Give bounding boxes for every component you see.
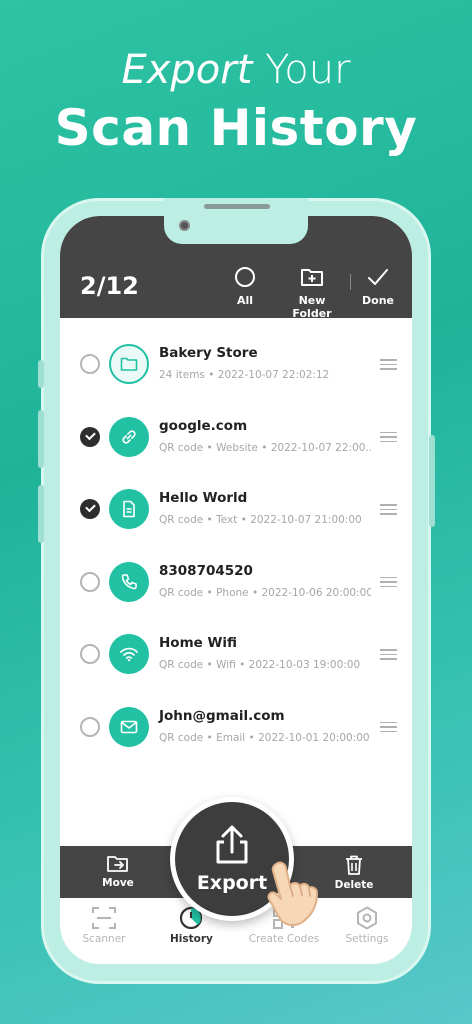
list-item[interactable]: Bakery Store 24 items • 2022-10-07 22:02… xyxy=(60,318,412,391)
phone-side-button xyxy=(38,485,44,543)
item-title: 8308704520 xyxy=(159,562,253,579)
headline-regular: Your xyxy=(252,47,351,93)
list-item[interactable]: John@gmail.com QR code • Email • 2022-10… xyxy=(60,681,412,754)
drag-handle-icon[interactable] xyxy=(380,649,397,663)
list-item[interactable]: Home Wifi QR code • Wifi • 2022-10-03 19… xyxy=(60,608,412,681)
item-title: John@gmail.com xyxy=(159,707,285,724)
tab-scanner[interactable]: Scanner xyxy=(80,906,128,945)
phone-side-button xyxy=(429,435,435,527)
select-radio[interactable] xyxy=(80,354,100,374)
list-item[interactable]: Hello World QR code • Text • 2022-10-07 … xyxy=(60,463,412,536)
new-folder-label: New Folder xyxy=(292,294,332,320)
phone-icon xyxy=(109,561,149,602)
list-item[interactable]: 8308704520 QR code • Phone • 2022-10-06 … xyxy=(60,536,412,609)
done-button[interactable]: Done xyxy=(361,266,395,307)
item-subtitle: 24 items • 2022-10-07 22:02:12 xyxy=(159,369,330,381)
email-icon xyxy=(109,706,149,747)
phone-side-button xyxy=(38,360,44,388)
item-title: Bakery Store xyxy=(159,345,258,361)
headline-line-2: Scan History xyxy=(54,99,418,157)
item-subtitle: QR code • Wifi • 2022-10-03 19:00:00 xyxy=(159,659,361,671)
phone-speaker xyxy=(204,204,270,209)
item-title: Home Wifi xyxy=(159,635,238,651)
list-item[interactable]: google.com QR code • Website • 2022-10-0… xyxy=(60,391,412,464)
scan-frame-icon xyxy=(92,907,116,929)
tab-scanner-label: Scanner xyxy=(82,933,126,945)
wifi-icon xyxy=(109,634,149,674)
share-upload-icon xyxy=(216,825,248,864)
item-subtitle: QR code • Phone • 2022-10-06 20:00:00 xyxy=(159,586,371,599)
drag-handle-icon[interactable] xyxy=(380,359,397,373)
toolbar-separator xyxy=(350,274,351,290)
delete-button[interactable]: Delete xyxy=(334,854,374,891)
item-subtitle: QR code • Website • 2022-10-07 22:00... xyxy=(159,441,371,454)
history-list: Bakery Store 24 items • 2022-10-07 22:02… xyxy=(60,318,412,753)
item-title: Hello World xyxy=(159,490,248,506)
item-title: google.com xyxy=(159,417,248,434)
headline-line-1: Export Your xyxy=(0,44,472,96)
phone-side-button xyxy=(38,410,44,468)
drag-handle-icon[interactable] xyxy=(380,721,397,736)
new-folder-button[interactable]: New Folder xyxy=(278,266,346,320)
gear-hex-icon xyxy=(357,906,377,930)
item-subtitle: QR code • Email • 2022-10-01 20:00:00 xyxy=(159,731,370,744)
document-icon xyxy=(109,489,149,529)
select-radio[interactable] xyxy=(80,644,100,664)
select-radio[interactable] xyxy=(80,499,100,519)
select-radio[interactable] xyxy=(80,571,100,592)
drag-handle-icon[interactable] xyxy=(380,431,397,446)
select-radio[interactable] xyxy=(80,716,100,737)
done-label: Done xyxy=(362,294,394,307)
item-subtitle: QR code • Text • 2022-10-07 21:00:00 xyxy=(159,514,362,526)
select-radio[interactable] xyxy=(80,426,100,447)
drag-handle-icon[interactable] xyxy=(380,504,397,518)
select-all-label: All xyxy=(236,294,254,307)
selection-counter: 2/12 xyxy=(80,272,139,300)
tab-settings[interactable]: Settings xyxy=(344,906,390,945)
folder-plus-icon xyxy=(301,269,323,286)
select-all-button[interactable]: All xyxy=(234,266,256,307)
tab-history-label: History xyxy=(170,933,213,945)
headline: Export Your Scan History xyxy=(0,44,472,160)
headline-italic: Export xyxy=(121,47,253,93)
trash-icon xyxy=(346,855,362,875)
link-icon xyxy=(109,416,149,457)
checkmark-icon xyxy=(368,269,388,285)
folder-icon xyxy=(109,344,149,384)
tab-create-codes-label: Create Codes xyxy=(248,933,320,945)
delete-label: Delete xyxy=(334,879,374,891)
camera-icon xyxy=(179,220,190,231)
circle-icon xyxy=(235,267,255,287)
tab-settings-label: Settings xyxy=(345,933,389,945)
move-label: Move xyxy=(102,877,134,889)
folder-move-icon xyxy=(107,856,128,872)
move-button[interactable]: Move xyxy=(100,854,136,889)
drag-handle-icon[interactable] xyxy=(380,576,397,591)
pointing-hand-icon xyxy=(267,861,318,926)
